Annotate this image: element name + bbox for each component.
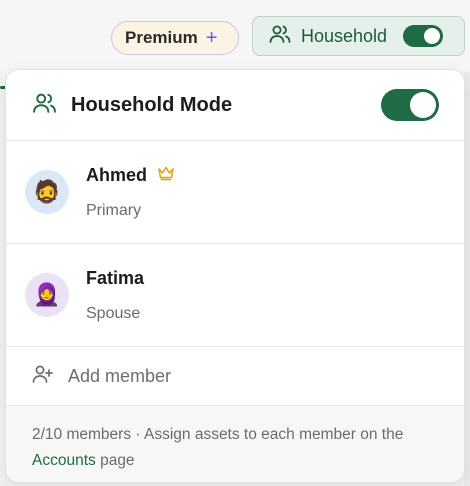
household-button[interactable]: Household: [252, 16, 465, 56]
avatar-emoji: 🧔: [33, 179, 61, 204]
member-row-ahmed[interactable]: 🧔 Ahmed Primary: [6, 141, 464, 244]
screen: ▁▁▁▁▁▁▁▁▁▁ ▁▁▁▁ Premium + Household: [0, 0, 470, 486]
member-info: Fatima Spouse: [86, 268, 144, 323]
premium-button[interactable]: Premium +: [111, 21, 239, 55]
avatar-emoji: 🧕: [33, 282, 61, 307]
member-name: Fatima: [86, 267, 145, 288]
crown-icon: [157, 165, 175, 186]
member-info: Ahmed Primary: [86, 165, 175, 220]
household-mode-toggle[interactable]: [381, 89, 439, 121]
household-mode-header: Household Mode: [6, 70, 464, 141]
member-row-fatima[interactable]: 🧕 Fatima Spouse: [6, 244, 464, 347]
member-name: Ahmed: [86, 164, 148, 185]
footer-text-end: page: [95, 452, 135, 469]
household-dropdown: Household Mode 🧔 Ahmed Primary 🧕 Fatima …: [5, 69, 465, 483]
member-name-row: Ahmed: [86, 165, 175, 186]
footer-text: 2/10 members · Assign assets to each mem…: [32, 426, 404, 443]
accounts-link[interactable]: Accounts: [32, 452, 96, 469]
people-icon: [269, 24, 291, 49]
member-role: Spouse: [86, 304, 141, 322]
panel-footer: 2/10 members · Assign assets to each mem…: [6, 406, 464, 482]
panel-title: Household Mode: [71, 93, 233, 116]
plus-icon: +: [205, 27, 218, 49]
avatar: 🧕: [25, 273, 69, 317]
premium-label: Premium: [125, 28, 198, 47]
member-role: Primary: [86, 201, 142, 219]
people-icon: [32, 92, 57, 119]
household-toggle[interactable]: [403, 25, 444, 47]
avatar: 🧔: [25, 170, 69, 214]
member-name-row: Fatima: [86, 268, 144, 289]
add-member-button[interactable]: Add member: [6, 347, 464, 406]
household-label: Household: [301, 25, 388, 46]
add-user-icon: [32, 364, 54, 389]
add-member-label: Add member: [68, 365, 172, 386]
